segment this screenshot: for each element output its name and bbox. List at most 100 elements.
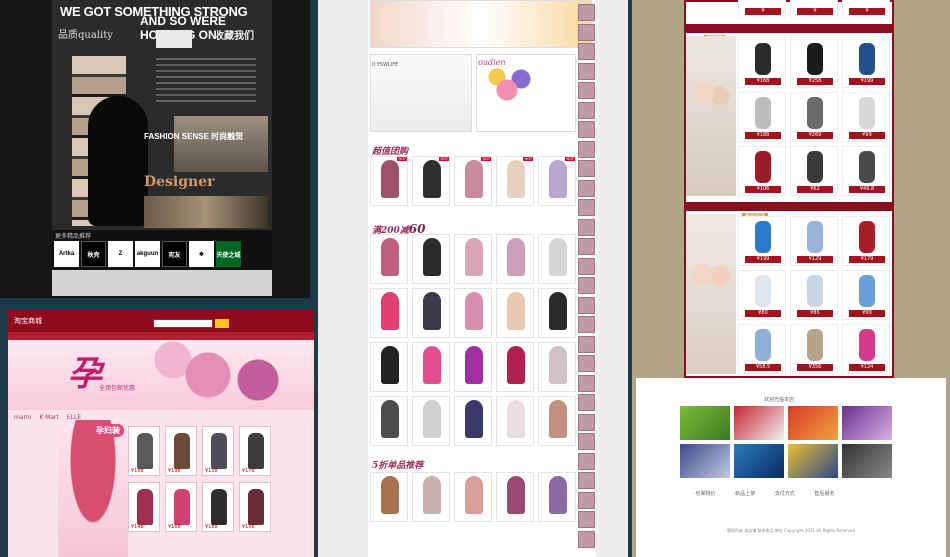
product-card[interactable] — [496, 472, 534, 522]
product-card[interactable] — [370, 396, 408, 446]
side-nav-button[interactable] — [578, 101, 595, 119]
brand-logo[interactable]: 秋壳 — [81, 241, 106, 267]
product-card[interactable]: ¥ — [842, 0, 890, 18]
product-card[interactable]: ¥80 — [738, 270, 786, 320]
thumbnail[interactable] — [734, 406, 784, 440]
footer-link[interactable]: ·新品上架 — [734, 490, 756, 497]
side-nav-button[interactable] — [578, 296, 595, 314]
brand-logo[interactable]: ❖ — [189, 241, 214, 267]
thumbnail[interactable] — [842, 406, 892, 440]
product-card[interactable]: ¥99 — [842, 92, 890, 142]
search-input[interactable] — [153, 319, 213, 328]
side-nav-button[interactable] — [578, 511, 595, 528]
product-card[interactable]: ¥58.5 — [738, 324, 786, 374]
side-nav-button[interactable] — [578, 160, 595, 177]
side-nav-button[interactable] — [578, 394, 595, 411]
product-card[interactable]: ¥ — [738, 0, 786, 18]
side-nav-button[interactable] — [578, 374, 595, 392]
product-card[interactable] — [496, 396, 534, 446]
thumbnail[interactable] — [680, 406, 730, 440]
product-card[interactable]: ¥178 — [239, 426, 271, 476]
product-card[interactable]: ¥188 — [738, 92, 786, 142]
side-nav-button[interactable] — [578, 433, 595, 450]
promo-photo[interactable] — [686, 36, 736, 196]
product-card[interactable]: ¥199 — [842, 38, 890, 88]
side-nav-button[interactable] — [578, 238, 595, 255]
product-card[interactable] — [412, 396, 450, 446]
category-nav[interactable]: 首页剃须刀电吹风 — [686, 24, 892, 41]
product-card[interactable] — [370, 342, 408, 392]
product-card[interactable]: HOT — [538, 156, 576, 206]
product-card[interactable]: ¥ — [790, 0, 838, 18]
side-nav-button[interactable] — [578, 452, 595, 470]
product-card[interactable] — [412, 234, 450, 284]
brand-logo[interactable]: akguun — [135, 241, 160, 267]
product-card[interactable] — [412, 342, 450, 392]
product-card[interactable]: ¥46.8 — [842, 146, 890, 196]
footer-link[interactable]: ·支付方式 — [773, 490, 795, 497]
product-card[interactable] — [496, 288, 534, 338]
product-card[interactable] — [370, 288, 408, 338]
side-nav-button[interactable] — [578, 199, 595, 216]
side-nav-button[interactable] — [578, 413, 595, 431]
thumbnail[interactable] — [788, 406, 838, 440]
side-nav-button[interactable] — [578, 43, 595, 60]
search-button[interactable] — [215, 319, 229, 328]
product-card[interactable] — [538, 288, 576, 338]
promo-photo[interactable] — [686, 214, 736, 374]
collect-us-link[interactable]: 收藏我们 — [214, 27, 254, 42]
side-nav-button[interactable] — [578, 491, 595, 509]
product-card[interactable]: HOT — [454, 156, 492, 206]
product-card[interactable]: ¥99 — [842, 270, 890, 320]
product-card[interactable] — [454, 342, 492, 392]
product-card[interactable] — [496, 234, 534, 284]
product-card[interactable]: ¥158 — [202, 426, 234, 476]
product-card[interactable]: HOT — [412, 156, 450, 206]
side-nav-button[interactable] — [578, 23, 595, 41]
side-nav-button[interactable] — [578, 355, 595, 372]
side-nav-button[interactable] — [578, 82, 595, 99]
product-card[interactable] — [538, 396, 576, 446]
hero-banner[interactable] — [8, 340, 314, 410]
product-card[interactable]: ¥269 — [790, 92, 838, 142]
product-card[interactable]: ¥85 — [790, 270, 838, 320]
product-card[interactable] — [454, 288, 492, 338]
side-nav-button[interactable] — [578, 218, 595, 236]
product-card[interactable]: ¥168 — [165, 482, 197, 532]
side-nav-button[interactable] — [578, 140, 595, 158]
footer-link[interactable]: ·售后服务 — [813, 490, 835, 497]
brand-name[interactable]: K·Mart — [39, 414, 59, 421]
product-card[interactable] — [370, 472, 408, 522]
product-card[interactable]: ¥106 — [738, 146, 786, 196]
thumbnail[interactable] — [680, 444, 730, 478]
product-card[interactable] — [412, 472, 450, 522]
footer-link[interactable]: ·包邮特价 — [694, 490, 716, 497]
product-card[interactable]: ¥258 — [790, 38, 838, 88]
product-card[interactable] — [412, 288, 450, 338]
side-nav-button[interactable] — [578, 316, 595, 333]
brand-logo[interactable]: Artka — [54, 241, 79, 267]
product-card[interactable]: ¥168 — [738, 38, 786, 88]
product-card[interactable]: ¥148 — [128, 482, 160, 532]
side-nav-button[interactable] — [578, 472, 595, 489]
side-nav-button[interactable] — [578, 277, 595, 294]
product-card[interactable] — [538, 342, 576, 392]
product-card[interactable]: ¥129 — [790, 216, 838, 266]
top-banner[interactable] — [370, 0, 592, 48]
side-nav-button[interactable] — [578, 62, 595, 80]
product-card[interactable]: ¥168 — [128, 426, 160, 476]
product-card[interactable]: HOT — [370, 156, 408, 206]
product-card[interactable]: ¥356 — [790, 324, 838, 374]
brand-logo[interactable]: 天使之城 — [216, 241, 241, 267]
product-card[interactable]: ¥124 — [842, 324, 890, 374]
product-card[interactable] — [496, 342, 534, 392]
product-card[interactable] — [538, 234, 576, 284]
thumbnail[interactable] — [842, 444, 892, 478]
product-card[interactable]: HOT — [496, 156, 534, 206]
side-nav-button[interactable] — [578, 121, 595, 138]
brand-logo[interactable]: Z — [108, 241, 133, 267]
product-card[interactable]: ¥199 — [738, 216, 786, 266]
side-nav-button[interactable] — [578, 4, 595, 21]
product-card[interactable]: ¥198 — [165, 426, 197, 476]
side-nav-button[interactable] — [578, 179, 595, 197]
